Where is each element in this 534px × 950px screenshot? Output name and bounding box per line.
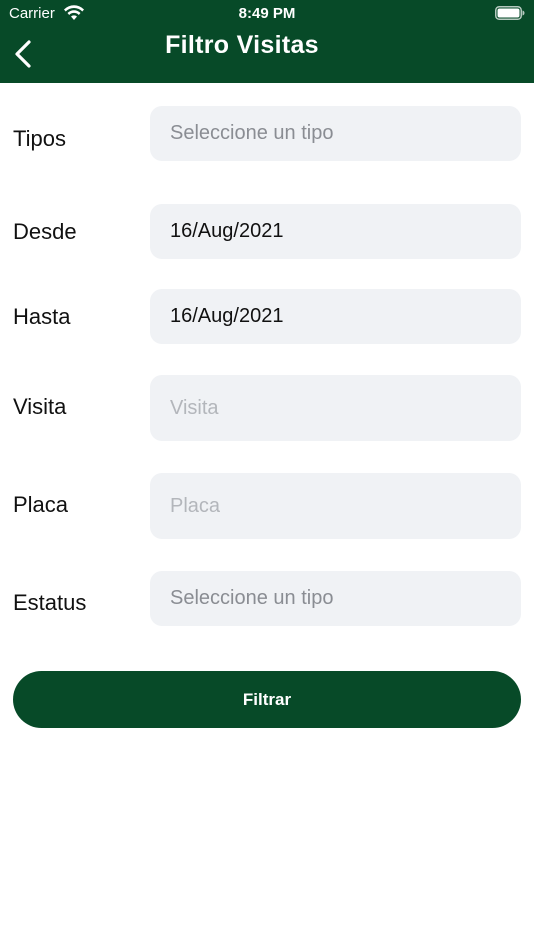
hasta-date-value: 16/Aug/2021 <box>170 305 284 327</box>
estatus-select-placeholder: Seleccione un tipo <box>170 587 334 609</box>
placa-field-box[interactable] <box>150 473 521 539</box>
visita-label: Visita <box>13 394 67 419</box>
status-bar: Carrier 8:49 PM <box>0 0 534 28</box>
clock-time: 8:49 PM <box>238 5 296 22</box>
visita-input[interactable] <box>170 396 521 420</box>
app-header: Carrier 8:49 PM Filtro Visitas <box>0 0 534 83</box>
desde-date-field[interactable]: 16/Aug/2021 <box>150 204 521 259</box>
tipos-label: Tipos <box>13 126 66 151</box>
desde-date-value: 16/Aug/2021 <box>170 220 284 242</box>
battery-icon <box>495 6 525 20</box>
visita-field-box[interactable] <box>150 375 521 441</box>
tipos-select-placeholder: Seleccione un tipo <box>170 122 334 144</box>
filter-button-label: Filtrar <box>242 689 292 709</box>
estatus-label: Estatus <box>13 590 87 615</box>
estatus-select[interactable]: Seleccione un tipo <box>150 571 521 626</box>
hasta-date-field[interactable]: 16/Aug/2021 <box>150 289 521 344</box>
placa-input[interactable] <box>170 494 521 518</box>
filter-button[interactable]: Filtrar <box>13 671 521 728</box>
placa-label: Placa <box>13 492 69 517</box>
hasta-label: Hasta <box>13 304 71 329</box>
page-title: Filtro Visitas <box>165 31 319 59</box>
desde-label: Desde <box>13 219 77 244</box>
tipos-select[interactable]: Seleccione un tipo <box>150 106 521 161</box>
